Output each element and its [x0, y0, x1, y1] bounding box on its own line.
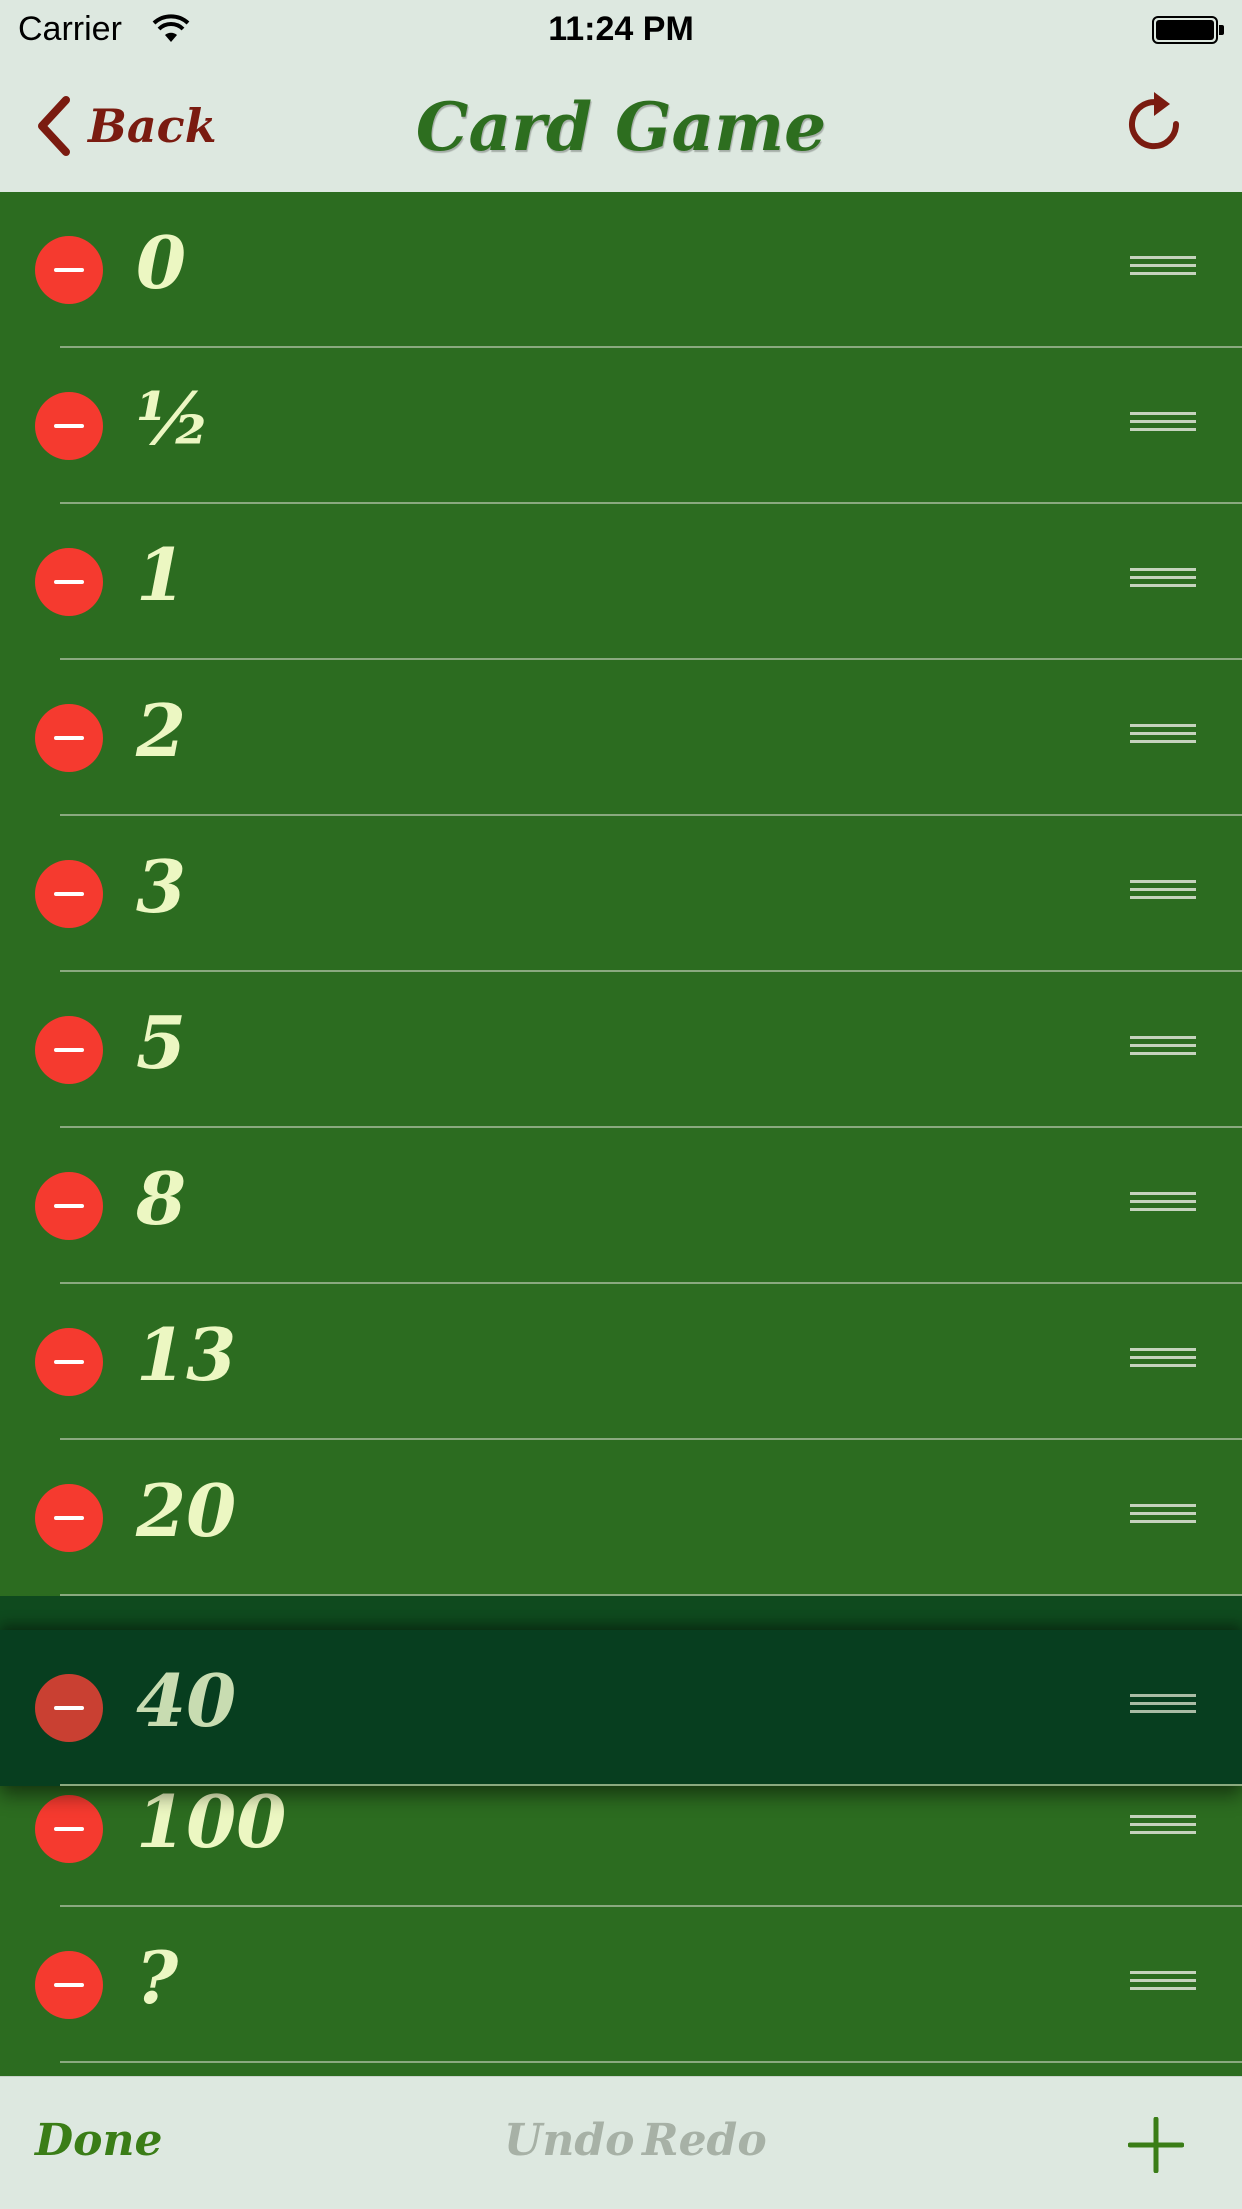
- delete-icon[interactable]: [35, 236, 103, 304]
- delete-icon[interactable]: [35, 392, 103, 460]
- clock: 11:24 PM: [548, 10, 694, 48]
- row-separator: [60, 2061, 1242, 2063]
- list-item[interactable]: ½: [0, 348, 1242, 504]
- undo-button[interactable]: Undo: [504, 2115, 634, 2166]
- reorder-grip-icon[interactable]: [1130, 1971, 1196, 1997]
- reorder-grip-icon[interactable]: [1130, 724, 1196, 750]
- card-value-label: 100: [136, 1779, 287, 1864]
- reorder-grip-icon[interactable]: [1130, 1504, 1196, 1530]
- card-value-label: 3: [136, 844, 187, 929]
- list-item[interactable]: 5: [0, 972, 1242, 1128]
- reorder-grip-icon[interactable]: [1130, 1192, 1196, 1218]
- card-value-label: 2: [136, 688, 187, 773]
- delete-icon[interactable]: [35, 1484, 103, 1552]
- card-value-label: ½: [136, 376, 212, 461]
- top-bar: Carrier 11:24 PM Back Card Game: [0, 0, 1242, 193]
- card-value-label: 20: [136, 1468, 237, 1553]
- card-value-label: 5: [136, 1000, 187, 1085]
- reorder-grip-icon[interactable]: [1130, 1815, 1196, 1841]
- delete-icon[interactable]: [35, 704, 103, 772]
- delete-icon[interactable]: [35, 1328, 103, 1396]
- list-item[interactable]: 2: [0, 660, 1242, 816]
- list-item[interactable]: 20: [0, 1440, 1242, 1596]
- reorder-grip-icon[interactable]: [1130, 1036, 1196, 1062]
- list-item[interactable]: 40: [0, 1630, 1242, 1786]
- delete-icon[interactable]: [35, 1674, 103, 1742]
- delete-icon[interactable]: [35, 1951, 103, 2019]
- delete-icon[interactable]: [35, 1795, 103, 1863]
- row-separator: [60, 1784, 1242, 1786]
- battery-icon: [1152, 16, 1224, 44]
- delete-icon[interactable]: [35, 548, 103, 616]
- list-item[interactable]: 3: [0, 816, 1242, 972]
- drop-gap-band: [0, 1596, 1242, 1630]
- reorder-grip-icon[interactable]: [1130, 256, 1196, 282]
- reorder-grip-icon[interactable]: [1130, 412, 1196, 438]
- card-value-label: 8: [136, 1156, 187, 1241]
- redo-button[interactable]: Redo: [642, 2115, 767, 2166]
- reorder-grip-icon[interactable]: [1130, 880, 1196, 906]
- card-value-label: 0: [136, 220, 187, 305]
- list-item[interactable]: 1: [0, 504, 1242, 660]
- card-value-list: 0 ½ 1 2 3 5 8 13 20 40 100?: [0, 192, 1242, 2076]
- delete-icon[interactable]: [35, 1172, 103, 1240]
- add-icon[interactable]: [1128, 2117, 1184, 2173]
- reorder-grip-icon[interactable]: [1130, 568, 1196, 594]
- bottom-toolbar: Done Undo Redo: [0, 2076, 1242, 2209]
- list-item[interactable]: ?: [0, 1907, 1242, 2063]
- list-item[interactable]: 8: [0, 1128, 1242, 1284]
- row-separator: [60, 1594, 1242, 1596]
- done-button[interactable]: Done: [35, 2115, 163, 2166]
- delete-icon[interactable]: [35, 860, 103, 928]
- refresh-icon[interactable]: [1124, 88, 1188, 160]
- list-item[interactable]: 13: [0, 1284, 1242, 1440]
- card-value-label: 13: [136, 1312, 237, 1397]
- reorder-grip-icon[interactable]: [1130, 1694, 1196, 1720]
- status-bar: Carrier 11:24 PM: [0, 0, 1242, 60]
- page-title: Card Game: [415, 88, 827, 166]
- card-value-label: 40: [136, 1658, 237, 1743]
- delete-icon[interactable]: [35, 1016, 103, 1084]
- card-value-label: 1: [136, 532, 187, 617]
- list-item[interactable]: 0: [0, 192, 1242, 348]
- card-value-label: ?: [136, 1935, 179, 2020]
- reorder-grip-icon[interactable]: [1130, 1348, 1196, 1374]
- navigation-bar: Back Card Game: [0, 60, 1242, 192]
